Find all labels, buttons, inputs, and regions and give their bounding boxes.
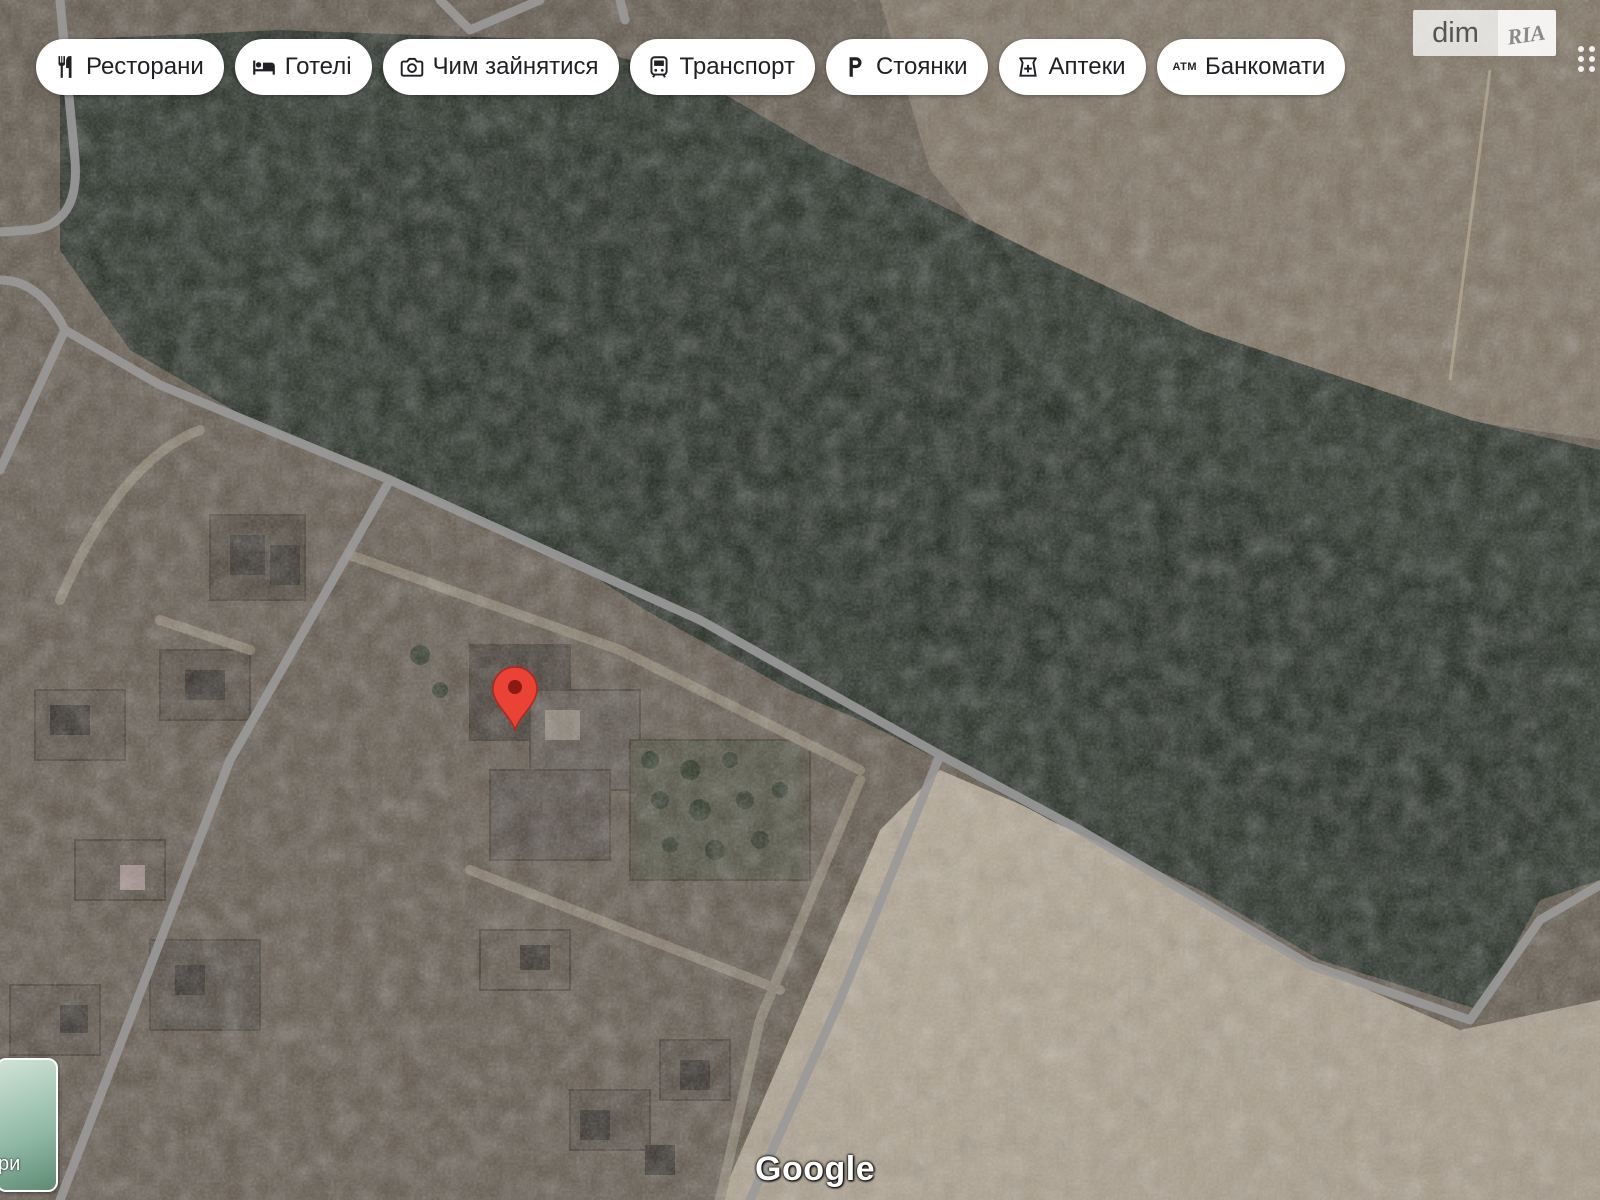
transit-bus-icon <box>646 54 672 80</box>
chip-label: Чим зайнятися <box>432 53 599 80</box>
parking-icon <box>842 54 868 80</box>
chip-hotels[interactable]: Готелі <box>234 39 372 95</box>
chip-atms[interactable]: ATM Банкомати <box>1156 39 1346 95</box>
texture-fine <box>0 0 1600 1200</box>
svg-text:RIA: RIA <box>1505 20 1547 50</box>
chip-label: Готелі <box>284 53 352 80</box>
ria-logo: RIA <box>1498 10 1556 56</box>
hotel-bed-icon <box>251 54 277 80</box>
chip-label: Аптеки <box>1048 53 1126 80</box>
marker-dot <box>508 680 522 694</box>
chip-label: Ресторани <box>86 53 204 80</box>
chip-transit[interactable]: Транспорт <box>629 39 815 95</box>
watermark-dim: dim <box>1413 10 1498 56</box>
chip-label: Банкомати <box>1205 53 1326 80</box>
chip-pharmacies[interactable]: Аптеки <box>998 39 1146 95</box>
chip-label: Транспорт <box>679 53 795 80</box>
restaurant-icon <box>52 54 78 80</box>
apps-grid-icon[interactable] <box>1574 44 1600 74</box>
layers-label: ри <box>0 1153 21 1175</box>
chip-label: Стоянки <box>875 53 968 80</box>
camera-icon <box>399 54 425 80</box>
chip-parking[interactable]: Стоянки <box>825 39 988 95</box>
chip-restaurants[interactable]: Ресторани <box>36 39 224 95</box>
google-logo: Google <box>755 1150 876 1188</box>
layers-toggle-button[interactable]: ри <box>0 1058 58 1192</box>
atm-icon: ATM <box>1172 61 1198 73</box>
dim-ria-watermark: dim RIA <box>1413 10 1556 56</box>
satellite-map[interactable] <box>0 0 1600 1200</box>
pharmacy-icon <box>1015 54 1041 80</box>
chip-things-to-do[interactable]: Чим зайнятися <box>382 39 619 95</box>
category-chips: Ресторани Готелі Чим зайнятися Транспорт… <box>36 39 1346 95</box>
